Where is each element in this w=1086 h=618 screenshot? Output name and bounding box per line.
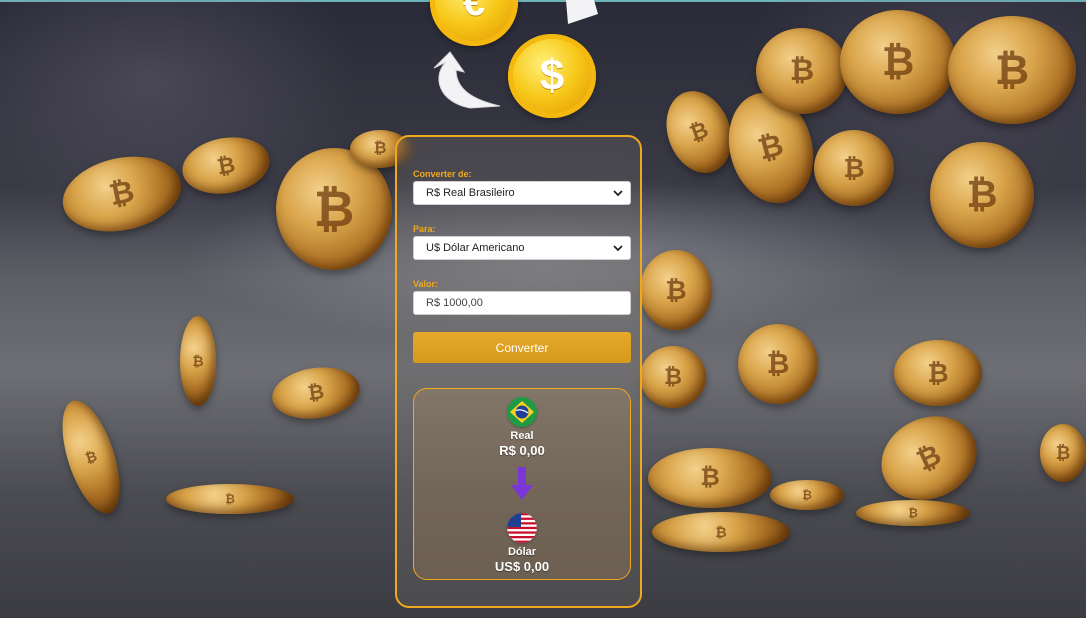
cycle-arrow-icon <box>566 0 598 24</box>
dollar-coin-icon: $ <box>508 34 596 118</box>
euro-coin-icon: € <box>430 0 518 46</box>
bitcoin-coin-icon: ₿ <box>814 130 894 206</box>
bitcoin-coin-icon: ₿ <box>930 142 1034 248</box>
from-currency-value: R$ 0,00 <box>499 443 545 458</box>
from-currency-name: Real <box>510 430 534 442</box>
value-input-placeholder: R$ 1000,00 <box>426 297 483 309</box>
chevron-down-icon <box>613 245 623 252</box>
bitcoin-coin-icon: ₿ <box>166 484 294 514</box>
bitcoin-coin-icon: ₿ <box>640 250 712 330</box>
brazil-flag-icon <box>507 397 537 427</box>
value-input[interactable]: R$ 1000,00 <box>413 291 631 315</box>
cycle-arrow-icon <box>433 51 501 109</box>
from-currency-label: Converter de: <box>413 169 472 179</box>
bitcoin-coin-icon: ₿ <box>894 340 982 406</box>
usa-flag-icon <box>507 513 537 543</box>
bitcoin-coin-icon: ₿ <box>840 10 956 114</box>
chevron-down-icon <box>613 190 623 197</box>
to-currency-label: Para: <box>413 224 436 234</box>
bitcoin-coin-icon: ₿ <box>738 324 818 404</box>
from-currency-select[interactable]: R$ Real Brasileiro <box>413 181 631 205</box>
to-currency-select[interactable]: U$ Dólar Americano <box>413 236 631 260</box>
bitcoin-coin-icon: ₿ <box>1040 424 1086 482</box>
to-currency-value: US$ 0,00 <box>494 559 550 574</box>
bitcoin-coin-icon: ₿ <box>648 448 772 508</box>
converter-panel: Converter de: R$ Real Brasileiro Para: U… <box>395 135 642 608</box>
bitcoin-coin-icon: ₿ <box>770 480 844 510</box>
from-currency-selected: R$ Real Brasileiro <box>426 187 515 199</box>
value-label: Valor: <box>413 279 439 289</box>
bitcoin-coin-icon: ₿ <box>652 512 790 552</box>
down-arrow-icon <box>511 467 533 500</box>
convert-button[interactable]: Converter <box>413 332 631 363</box>
bitcoin-coin-icon: ₿ <box>180 316 216 406</box>
bitcoin-coin-icon: ₿ <box>756 28 848 114</box>
app-background: ₿ ₿ ₿ ₿ ₿ ₿ ₿ ₿ ₿ ₿ ₿ ₿ ₿ ₿ ₿ ₿ ₿ ₿ ₿ ₿ … <box>0 0 1086 618</box>
conversion-result-box: Real R$ 0,00 Dólar US$ 0,00 <box>413 388 631 580</box>
bitcoin-coin-icon: ₿ <box>856 500 970 526</box>
bitcoin-coin-icon: ₿ <box>948 16 1076 124</box>
to-currency-selected: U$ Dólar Americano <box>426 242 525 254</box>
bitcoin-coin-icon: ₿ <box>640 346 706 408</box>
currency-cycle-illustration: € $ <box>420 0 620 130</box>
to-currency-name: Dólar <box>507 546 537 558</box>
